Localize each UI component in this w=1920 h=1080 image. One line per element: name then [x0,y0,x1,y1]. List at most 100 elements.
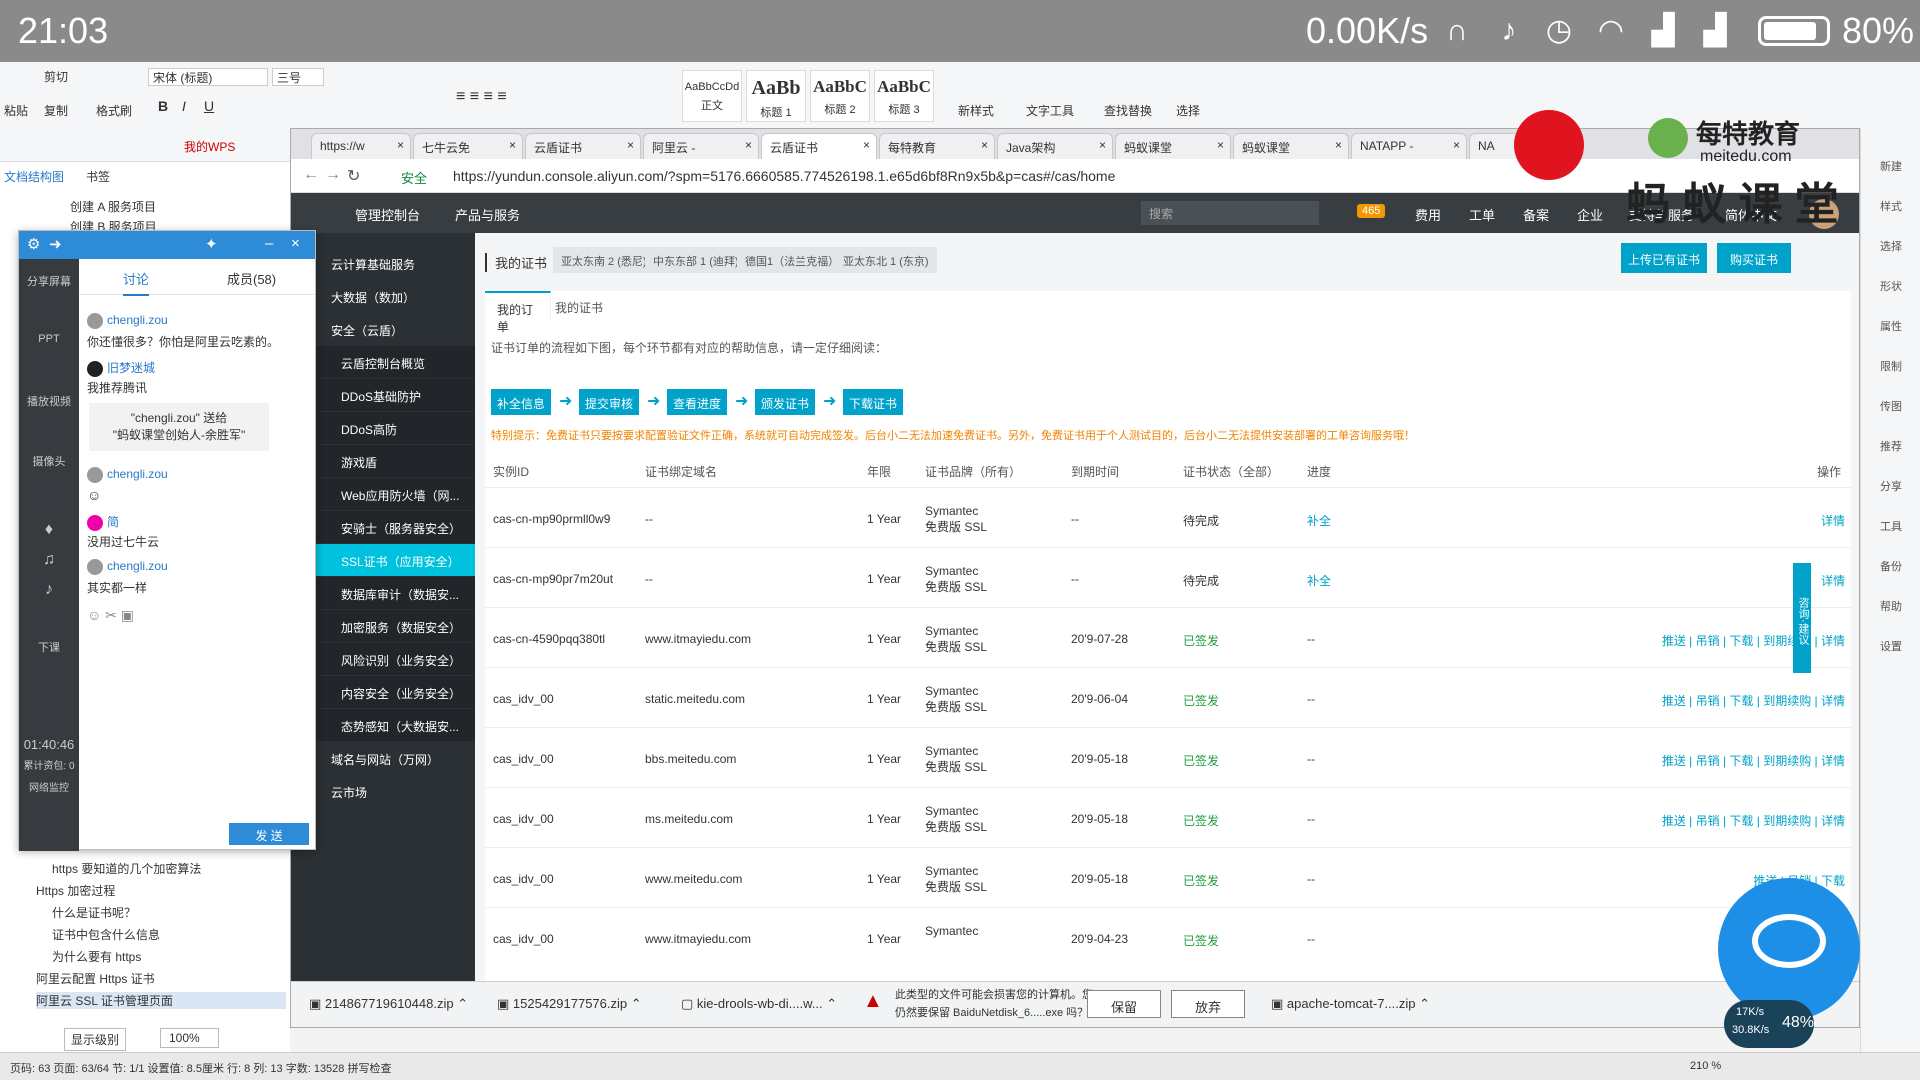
outline-item-selected[interactable]: 阿里云 SSL 证书管理页面 [36,992,286,1009]
cell-ops[interactable]: 推送 | 吊销 | 下载 | 到期续购 | 详情 [1662,632,1845,649]
find-replace-button[interactable]: 查找替换 [1104,102,1152,119]
cell-ops[interactable]: 详情 [1821,572,1845,589]
outline-item[interactable]: 阿里云配置 Https 证书 [36,970,155,987]
font-name-select[interactable]: 宋体 (标题) [148,68,268,86]
sidenav-item[interactable]: 加密服务（数据安全） [291,610,475,642]
cut-button[interactable]: 剪切 [44,68,68,85]
text-tool-button[interactable]: 文字工具 [1026,102,1074,119]
tab-discussion[interactable]: 讨论 [123,269,150,296]
pin-icon[interactable]: ✦ [205,235,218,253]
outline-item[interactable]: 为什么要有 https [52,948,141,965]
sidenav-item[interactable]: SSL证书（应用安全） [291,544,475,576]
speaker-icon[interactable]: ♫ [19,551,79,569]
sidenav-item[interactable]: 内容安全（业务安全） [291,676,475,708]
secure-badge[interactable]: 安全 [401,168,427,187]
region-tab[interactable]: 亚太东北 1 (东京) [835,247,937,273]
paste-button[interactable]: 粘贴 [4,102,28,119]
discard-button[interactable]: 放弃 [1171,990,1245,1018]
keep-button[interactable]: 保留 [1087,990,1161,1018]
notification-badge[interactable]: 465 [1357,204,1386,218]
music-icon[interactable]: ♪ [19,581,79,599]
col-years[interactable]: 年限 [867,463,891,480]
step-complete-info[interactable]: 补全信息 [491,389,551,415]
tab-doc-structure[interactable]: 文档结构图 [4,168,64,185]
align-icons[interactable]: ≡ ≡ ≡ ≡ [456,88,507,106]
cell-progress[interactable]: 补全 [1307,512,1331,529]
chat-input-tools[interactable]: ☺ ✂ ▣ [87,607,134,624]
my-wps-tab[interactable]: 我的WPS [184,138,235,155]
sidenav-item[interactable]: 风险识别（业务安全） [291,643,475,675]
browser-tab[interactable]: Java架构 × [997,133,1113,159]
region-tab[interactable]: 德国1（法兰克福） [737,247,848,273]
step-issue-certificate[interactable]: 颁发证书 [755,389,815,415]
forward-icon[interactable]: → [325,166,341,184]
play-video-button[interactable]: 播放视频 [19,393,79,409]
right-sidebar-item[interactable]: 限制 [1861,358,1920,374]
sidenav-item[interactable]: Web应用防火墙（网... [291,478,475,510]
browser-tab[interactable]: 每特教育 × [879,133,995,159]
upload-certificate-button[interactable]: 上传已有证书 [1621,243,1707,273]
step-check-progress[interactable]: 查看进度 [667,389,727,415]
cell-ops[interactable]: 推送 | 吊销 | 下载 | 到期续购 | 详情 [1662,812,1845,829]
download-item[interactable]: ▣ 1525429177576.zip ⌃ [497,996,642,1012]
browser-tab[interactable]: NATAPP - × [1351,133,1467,159]
browser-tab-active[interactable]: 云盾证书 × [761,133,877,159]
step-submit-review[interactable]: 提交审核 [579,389,639,415]
browser-tab[interactable]: 蚂蚁课堂 × [1233,133,1349,159]
minimize-icon[interactable]: – [265,235,273,252]
tab-bookmarks[interactable]: 书签 [86,168,110,185]
sidenav-item[interactable]: 云计算基础服务 [291,247,475,279]
sidenav-item[interactable]: 云市场 [291,775,475,807]
right-sidebar-item[interactable]: 形状 [1861,278,1920,294]
sidenav-item[interactable]: 安骑士（服务器安全） [291,511,475,543]
send-button[interactable]: 发 送 [229,823,309,845]
url-input[interactable]: https://yundun.console.aliyun.com/?spm=5… [453,168,1115,184]
display-level-select[interactable]: 显示级别 [64,1028,127,1051]
right-sidebar-item[interactable]: 帮助 [1861,598,1920,614]
download-item[interactable]: ▢ kie-drools-wb-di....w... ⌃ [681,996,837,1012]
floating-chat-button[interactable] [1718,878,1860,1020]
copy-button[interactable]: 复制 [44,102,68,119]
end-class-button[interactable]: 下课 [19,639,79,655]
nav-tickets[interactable]: 工单 [1469,205,1495,224]
style-heading1[interactable]: AaBb 标题 1 [746,70,806,122]
sidenav-item[interactable]: 大数据（数加） [291,280,475,312]
region-tab[interactable]: 亚太东南 2 (悉尼) [553,247,655,273]
font-size-select[interactable]: 三号 [272,68,324,86]
outline-item[interactable]: 什么是证书呢？ [52,904,136,921]
sidenav-item[interactable]: 数据库审计（数据安... [291,577,475,609]
outline-item[interactable]: 证书中包含什么信息 [52,926,160,943]
browser-tab[interactable]: 七牛云免 × [413,133,523,159]
italic-button[interactable]: I [182,98,186,114]
select-button[interactable]: 选择 [1176,102,1200,119]
browser-tab[interactable]: 蚂蚁课堂 × [1115,133,1231,159]
sidenav-item[interactable]: 云盾控制台概览 [291,346,475,378]
nav-products[interactable]: 产品与服务 [455,205,520,224]
status-zoom[interactable]: 210 % [1690,1060,1721,1072]
outline-item[interactable]: https 要知道的几个加密算法 [52,860,201,877]
right-sidebar-item[interactable]: 备份 [1861,558,1920,574]
browser-tab[interactable]: https://w × [311,133,411,159]
ppt-button[interactable]: PPT [19,333,79,345]
style-body[interactable]: AaBbCcDd 正文 [682,70,742,122]
sidenav-item[interactable]: 域名与网站（万网） [291,742,475,774]
cell-ops[interactable]: 详情 [1821,512,1845,529]
zoom-select[interactable]: 100% [160,1028,219,1048]
download-item[interactable]: ▣ 214867719610448.zip ⌃ [309,996,468,1012]
region-tab[interactable]: 中东东部 1 (迪拜) [645,247,747,273]
nav-console[interactable]: 管理控制台 [355,205,420,224]
sidenav-item[interactable]: DDoS高防 [291,412,475,444]
tab-my-certificates[interactable]: 我的证书 [555,299,603,316]
style-heading2[interactable]: AaBbC 标题 2 [810,70,870,122]
sidenav-item[interactable]: 游戏盾 [291,445,475,477]
step-download-certificate[interactable]: 下载证书 [843,389,903,415]
nav-billing[interactable]: 费用 [1415,205,1441,224]
col-status[interactable]: 证书状态（全部） [1183,463,1279,480]
right-sidebar-item[interactable]: 选择 [1861,238,1920,254]
feedback-float[interactable]: 咨询·建议 [1793,563,1811,673]
tab-my-orders[interactable]: 我的订单 [485,291,551,334]
download-item[interactable]: ▣ apache-tomcat-7....zip ⌃ [1271,996,1430,1012]
underline-button[interactable]: U [204,98,214,114]
outline-item[interactable]: Https 加密过程 [36,882,115,899]
sidenav-item[interactable]: DDoS基础防护 [291,379,475,411]
